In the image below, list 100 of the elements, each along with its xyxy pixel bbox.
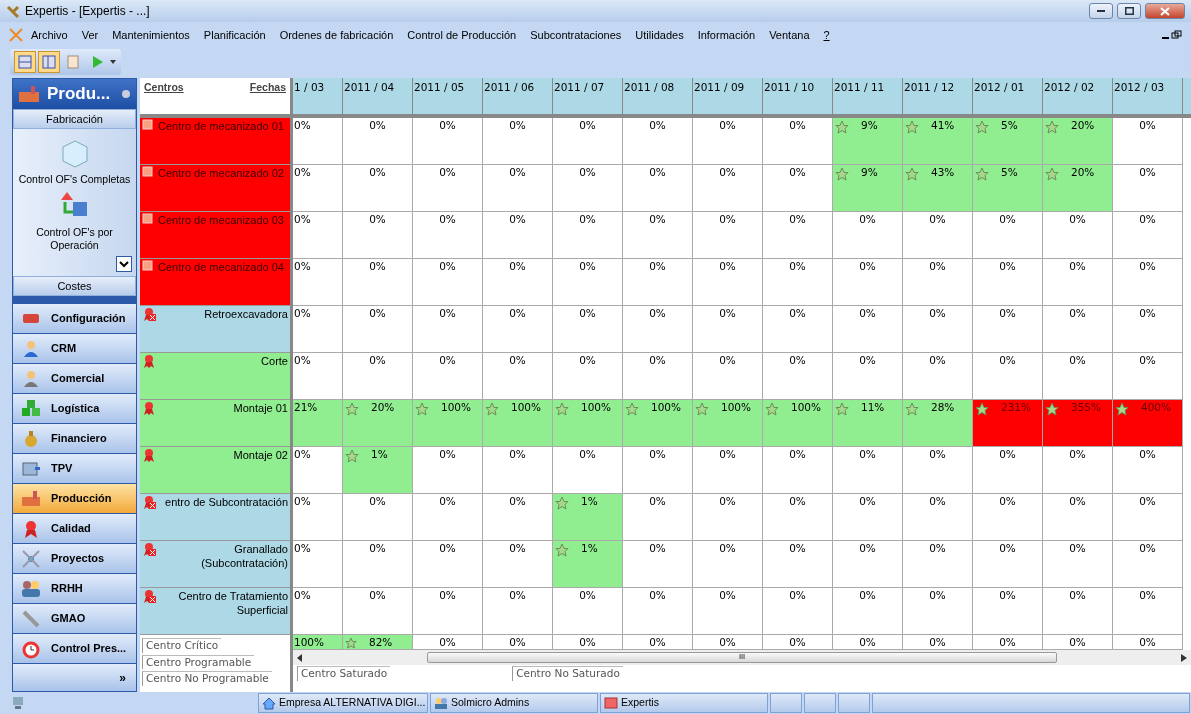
menu-item[interactable]: ?	[816, 24, 837, 46]
cell-value: 0%	[509, 167, 526, 179]
status-panel: Solmicro Admins	[430, 693, 598, 713]
cell-value: 0%	[859, 355, 876, 367]
caret-icon[interactable]	[110, 59, 117, 65]
nav-button[interactable]: Proyectos	[13, 544, 136, 574]
menu-item[interactable]: Información	[690, 24, 763, 46]
cell-value: 0%	[369, 590, 386, 602]
centers-header[interactable]: Centros	[144, 80, 184, 96]
cell-value: 0%	[999, 590, 1016, 602]
cell-value: 0%	[999, 543, 1016, 555]
star-icon	[555, 543, 569, 557]
status-panel	[770, 693, 802, 713]
restore-icon[interactable]	[1171, 30, 1183, 40]
legend-item: Centro No Saturado	[512, 666, 623, 681]
scroll-right-icon[interactable]	[1181, 653, 1187, 662]
cell-value: 0%	[999, 308, 1016, 320]
cell-value: 0%	[369, 543, 386, 555]
ribbon-icon	[142, 448, 156, 463]
cell-value: 0%	[509, 449, 526, 461]
cell-value: 82%	[369, 637, 393, 649]
menu-item[interactable]: Archivo	[24, 24, 75, 46]
menu-item[interactable]: Ventana	[762, 24, 817, 46]
dates-header[interactable]: Fechas	[249, 80, 286, 96]
cell-value: 0%	[294, 308, 311, 320]
cell-value: 0%	[719, 496, 736, 508]
close-button[interactable]	[1145, 3, 1185, 19]
nav-button[interactable]: CRM	[13, 334, 136, 364]
column-header: 2012 / 03	[1113, 78, 1183, 114]
menu-item[interactable]: Mantenimientos	[105, 24, 197, 46]
cell-value: 0%	[789, 167, 806, 179]
cell-value: 0%	[579, 120, 596, 132]
document-icon	[65, 54, 81, 70]
center-name: Corte	[260, 354, 288, 369]
nav-button[interactable]: Control Pres...	[13, 634, 136, 664]
cell-value: 0%	[929, 214, 946, 226]
app-window-icon	[604, 696, 618, 710]
scroll-left-icon[interactable]	[297, 653, 303, 662]
nav-button[interactable]: Comercial	[13, 364, 136, 394]
nav-button[interactable]: Calidad	[13, 514, 136, 544]
menu-item[interactable]: Planificación	[196, 24, 273, 46]
computer-icon	[12, 696, 24, 710]
star-icon	[835, 167, 849, 181]
splitter-handle[interactable]	[13, 296, 136, 304]
legend-item: Centro Crítico	[142, 638, 222, 653]
cell-value: 0%	[999, 496, 1016, 508]
split-view-icon	[17, 54, 33, 70]
ribbon-cross-icon	[142, 542, 156, 557]
nav-button[interactable]: Configuración	[13, 304, 136, 334]
cell-value: 0%	[294, 214, 311, 226]
panel-item[interactable]: Control OF's por Operación	[34, 190, 115, 253]
menu-item[interactable]: Ordenes de fabricación	[272, 24, 401, 46]
star-icon	[1115, 402, 1129, 416]
maximize-button[interactable]	[1117, 3, 1141, 19]
star-icon	[555, 496, 569, 510]
center-name: Centro de Tratamiento Superficial	[177, 589, 288, 618]
pin-icon[interactable]	[120, 88, 132, 100]
cell-value: 100%	[441, 402, 472, 414]
star-icon	[1045, 167, 1059, 181]
menu-item[interactable]: Control de Producción	[400, 24, 524, 46]
menu-item[interactable]: Utilidades	[628, 24, 691, 46]
columns-view-icon	[41, 54, 57, 70]
cell-value: 0%	[369, 496, 386, 508]
nav-button[interactable]: Logística	[13, 394, 136, 424]
cell-value: 0%	[509, 496, 526, 508]
center-name: Centro de mecanizado 04	[158, 260, 285, 275]
cell-value: 0%	[859, 214, 876, 226]
more-options-button[interactable]: »	[13, 664, 136, 691]
star-icon	[765, 402, 779, 416]
cell-value: 0%	[579, 449, 596, 461]
cell-value: 0%	[789, 543, 806, 555]
ribbon-icon	[142, 401, 156, 416]
menu-item[interactable]: Subcontrataciones	[523, 24, 629, 46]
minimize-button[interactable]	[1089, 3, 1113, 19]
cell-value: 0%	[579, 637, 596, 649]
cell-value: 0%	[1069, 496, 1086, 508]
column-header: 2011 / 05	[413, 78, 483, 114]
cell-value: 41%	[931, 120, 955, 132]
nav-button[interactable]: Financiero	[13, 424, 136, 454]
people-icon	[434, 696, 448, 710]
cell-value: 0%	[719, 355, 736, 367]
group-header[interactable]: Fabricación	[13, 109, 136, 129]
nav-button[interactable]: RRHH	[13, 574, 136, 604]
ribbon-cross-icon	[142, 495, 156, 510]
nav-button[interactable]: TPV	[13, 454, 136, 484]
cell-value: 0%	[789, 214, 806, 226]
nav-button[interactable]: Producción	[13, 484, 136, 514]
menu-item[interactable]: Ver	[74, 24, 106, 46]
panel-item[interactable]: Control OF's Completas	[18, 137, 131, 187]
column-header: 2011 / 09	[693, 78, 763, 114]
group-header[interactable]: Costes	[13, 276, 136, 296]
cell-value: 0%	[649, 308, 666, 320]
column-header: 2011 / 11	[833, 78, 903, 114]
nav-button[interactable]: GMAO	[13, 604, 136, 634]
cell-value: 0%	[294, 449, 311, 461]
cell-value: 0%	[294, 355, 311, 367]
center-name: Centro de mecanizado 02	[158, 166, 285, 181]
cell-value: 0%	[719, 214, 736, 226]
cell-value: 9%	[861, 167, 878, 179]
scroll-down-button[interactable]	[116, 256, 132, 272]
